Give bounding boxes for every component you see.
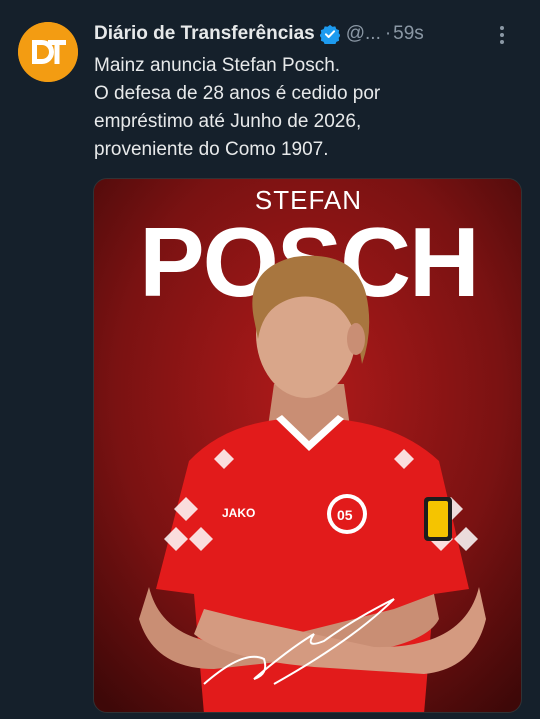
avatar[interactable] bbox=[18, 22, 78, 82]
tweet-text-line: empréstimo até Junho de 2026, bbox=[94, 111, 362, 132]
display-name[interactable]: Diário de Transferências bbox=[94, 23, 315, 45]
tweet-text-line: O defesa de 28 anos é cedido por bbox=[94, 83, 381, 104]
more-options-icon[interactable] bbox=[492, 24, 512, 46]
tweet-text-line: Mainz anuncia Stefan Posch. bbox=[94, 55, 341, 76]
tweet-text-line: proveniente do Como 1907. bbox=[94, 139, 329, 160]
tweet-media-image[interactable]: STEFAN POSCH bbox=[93, 178, 522, 713]
club-badge-label: 05 bbox=[337, 507, 353, 523]
timestamp[interactable]: 59s bbox=[393, 23, 424, 45]
verified-badge-icon bbox=[319, 24, 340, 44]
user-handle[interactable]: @... bbox=[346, 23, 381, 45]
dt-logo-icon bbox=[18, 22, 78, 82]
player-figure: JAKO 05 bbox=[139, 255, 486, 712]
tweet-text: Mainz anuncia Stefan Posch. O defesa de … bbox=[94, 52, 524, 164]
tweet-header: Diário de Transferências @... · 59s bbox=[94, 20, 524, 48]
kit-brand-label: JAKO bbox=[222, 506, 255, 520]
separator-dot: · bbox=[384, 23, 392, 44]
tweet-card[interactable]: Diário de Transferências @... · 59s Main… bbox=[0, 0, 540, 719]
